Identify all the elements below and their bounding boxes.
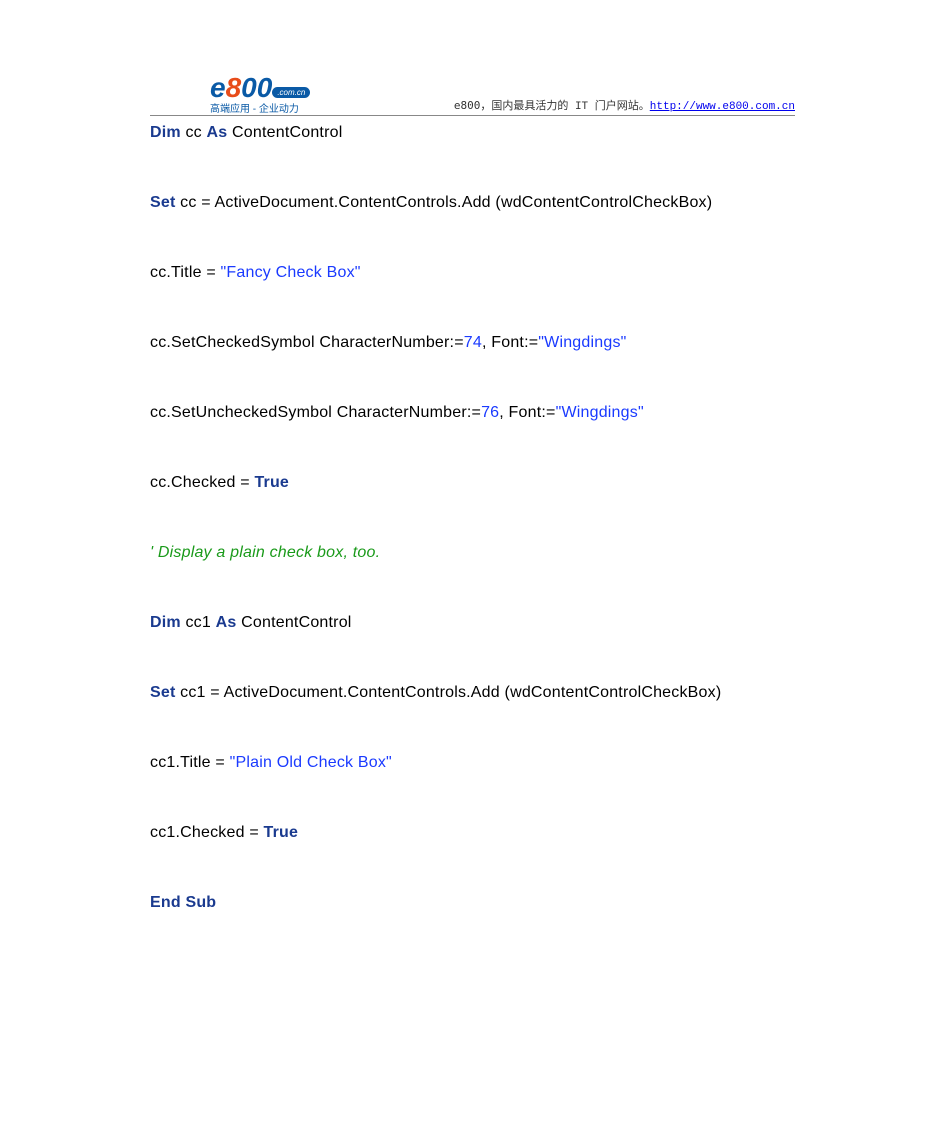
code-line-2: Set cc = ActiveDocument.ContentControls.… <box>150 194 795 212</box>
paren-open: ( <box>491 194 501 211</box>
code-text: cc1 = ActiveDocument.ContentControls.Add <box>176 684 500 701</box>
logo-row: e800 .com.cn <box>210 72 310 102</box>
code-line-5: cc.SetUncheckedSymbol CharacterNumber:=7… <box>150 404 795 422</box>
string-literal: "Plain Old Check Box" <box>230 754 392 771</box>
logo-domain-pill: .com.cn <box>272 87 310 98</box>
code-line-8: Dim cc1 As ContentControl <box>150 614 795 632</box>
page-header: e800 .com.cn 高端应用 - 企业动力 e800，国内最具活力的 IT… <box>150 0 795 116</box>
header-tagline: e800，国内最具活力的 IT 门户网站。http://www.e800.com… <box>454 97 795 113</box>
code-line-1: Dim cc As ContentControl <box>150 124 795 142</box>
keyword-set: Set <box>150 684 176 701</box>
code-text: cc = ActiveDocument.ContentControls.Add <box>176 194 491 211</box>
number-literal: 76 <box>481 404 499 421</box>
code-line-6: cc.Checked = True <box>150 474 795 492</box>
logo: e800 .com.cn 高端应用 - 企业动力 <box>210 72 310 115</box>
keyword-true: True <box>264 824 299 841</box>
logo-subtitle: 高端应用 - 企业动力 <box>210 100 310 115</box>
code-line-4: cc.SetCheckedSymbol CharacterNumber:=74,… <box>150 334 795 352</box>
paren-open: ( <box>500 684 510 701</box>
code-text: cc.Checked = <box>150 474 254 491</box>
keyword-as: As <box>216 614 237 631</box>
keyword-true: True <box>254 474 289 491</box>
comment-text: ' Display a plain check box, too. <box>150 544 380 561</box>
paren-close: ) <box>716 684 722 701</box>
code-line-12: End Sub <box>150 894 795 912</box>
code-line-7: ' Display a plain check box, too. <box>150 544 795 562</box>
string-literal: "Wingdings" <box>538 334 626 351</box>
code-text: ContentControl <box>227 124 342 141</box>
code-text: cc.SetCheckedSymbol CharacterNumber:= <box>150 334 464 351</box>
code-text: cc1.Checked = <box>150 824 264 841</box>
code-line-3: cc.Title = "Fancy Check Box" <box>150 264 795 282</box>
keyword-as: As <box>207 124 228 141</box>
keyword-dim: Dim <box>150 124 181 141</box>
keyword-dim: Dim <box>150 614 181 631</box>
code-line-10: cc1.Title = "Plain Old Check Box" <box>150 754 795 772</box>
code-text: cc1 <box>181 614 216 631</box>
code-text: cc1.Title = <box>150 754 230 771</box>
keyword-set: Set <box>150 194 176 211</box>
code-text: cc <box>181 124 207 141</box>
code-arg: wdContentControlCheckBox <box>501 194 707 211</box>
tagline-prefix: e800，国内最具活力的 <box>454 99 569 112</box>
header-url-link[interactable]: http://www.e800.com.cn <box>650 101 795 113</box>
document-page: e800 .com.cn 高端应用 - 企业动力 e800，国内最具活力的 IT… <box>0 0 945 1123</box>
logo-text-8: 8 <box>226 74 242 102</box>
code-text: cc.Title = <box>150 264 221 281</box>
number-literal: 74 <box>464 334 482 351</box>
code-line-9: Set cc1 = ActiveDocument.ContentControls… <box>150 684 795 702</box>
code-arg: wdContentControlCheckBox <box>510 684 716 701</box>
string-literal: "Fancy Check Box" <box>221 264 361 281</box>
logo-text-00: 00 <box>241 74 272 102</box>
tagline-it: IT <box>568 101 594 113</box>
tagline-suffix: 门户网站。 <box>595 99 650 112</box>
paren-close: ) <box>707 194 713 211</box>
logo-text-e: e <box>210 74 226 102</box>
keyword-end-sub: End Sub <box>150 894 216 911</box>
code-content: Dim cc As ContentControl Set cc = Active… <box>0 116 945 912</box>
code-line-11: cc1.Checked = True <box>150 824 795 842</box>
code-text: , Font:= <box>499 404 555 421</box>
code-text: cc.SetUncheckedSymbol CharacterNumber:= <box>150 404 481 421</box>
string-literal: "Wingdings" <box>556 404 644 421</box>
code-text: ContentControl <box>236 614 351 631</box>
code-text: , Font:= <box>482 334 538 351</box>
